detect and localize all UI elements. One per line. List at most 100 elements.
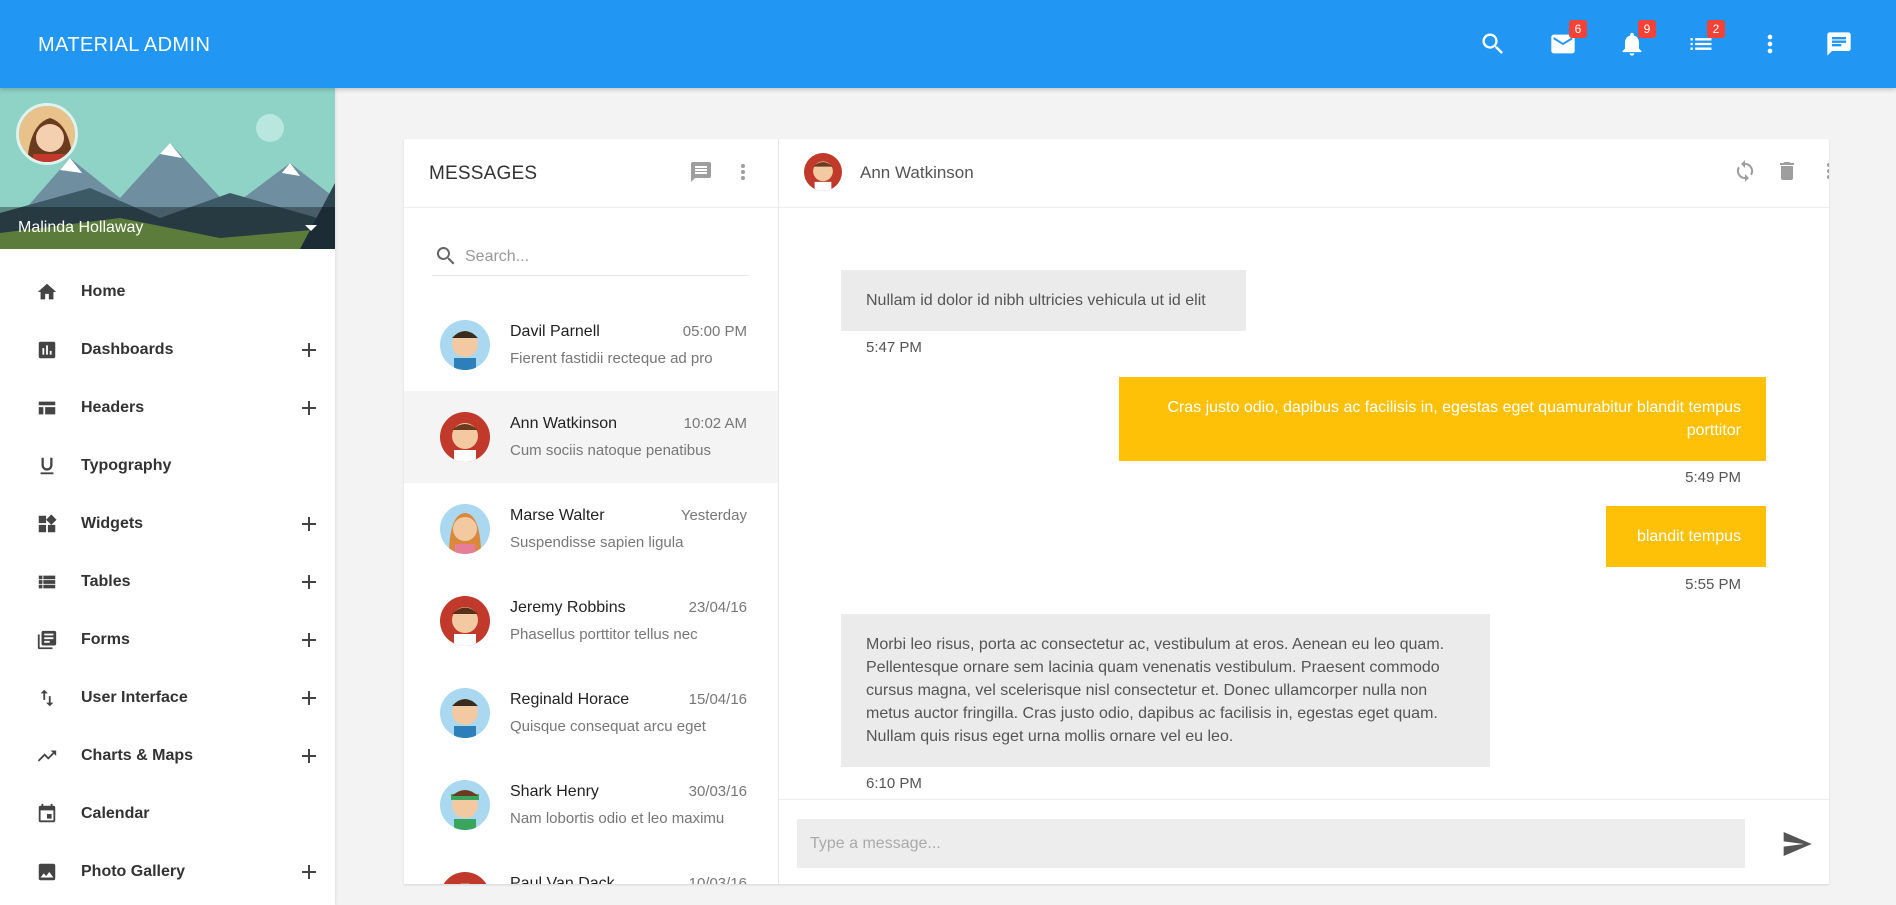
- send-icon: [1783, 832, 1812, 856]
- tasks-button[interactable]: 2: [1683, 20, 1725, 62]
- sidebar-item-label: Forms: [81, 631, 130, 648]
- sidebar-item-widgets[interactable]: Widgets: [0, 495, 335, 553]
- notifications-button[interactable]: 9: [1614, 20, 1656, 62]
- table-list-icon: [38, 575, 56, 589]
- sidebar-item-tables[interactable]: Tables: [0, 553, 335, 611]
- sidebar-item-forms[interactable]: Forms: [0, 611, 335, 669]
- avatar: [440, 412, 490, 462]
- user-avatar[interactable]: [16, 103, 78, 165]
- header-layout-icon: [38, 401, 56, 415]
- conversation-name: Paul Van Dack: [510, 875, 615, 884]
- mail-count-badge: 6: [1569, 20, 1587, 38]
- sidebar-item-dashboards[interactable]: Dashboards: [0, 321, 335, 379]
- tasks-count-badge: 2: [1707, 20, 1725, 38]
- conversation-time: Yesterday: [680, 507, 747, 524]
- refresh-button[interactable]: [1731, 157, 1759, 185]
- expand-plus-icon[interactable]: [299, 514, 319, 534]
- conversation-name: Shark Henry: [510, 783, 599, 800]
- avatar-illustration: [440, 412, 490, 462]
- conversation-item[interactable]: Ann Watkinson 10:02 AM Cum sociis natoqu…: [404, 391, 778, 483]
- sidebar-item-charts-maps[interactable]: Charts & Maps: [0, 727, 335, 785]
- chat-button[interactable]: [1821, 26, 1857, 62]
- avatar[interactable]: [804, 153, 842, 191]
- messages-card: MESSAGES Davil Parnell 05:00 PM Fierent …: [404, 139, 1829, 884]
- conversation-item[interactable]: Marse Walter Yesterday Suspendisse sapie…: [404, 483, 778, 575]
- expand-plus-icon[interactable]: [299, 398, 319, 418]
- conversation-item[interactable]: Jeremy Robbins 23/04/16 Phasellus portti…: [404, 575, 778, 667]
- avatar-illustration: [440, 780, 490, 830]
- search-input[interactable]: [465, 242, 745, 272]
- library-books-icon: [37, 630, 57, 650]
- sidebar-item-label: User Interface: [81, 689, 188, 706]
- conversation-preview: Suspendisse sapien ligula: [510, 534, 684, 551]
- sync-icon: [1736, 160, 1754, 182]
- mail-button[interactable]: 6: [1545, 20, 1587, 62]
- conversation-preview: Fierent fastidii recteque ad pro: [510, 350, 713, 367]
- send-button[interactable]: [1781, 828, 1813, 860]
- expand-plus-icon[interactable]: [299, 630, 319, 650]
- sidebar-item-typography[interactable]: Typography: [0, 437, 335, 495]
- message-bubble-outgoing: Cras justo odio, dapibus ac facilisis in…: [1119, 377, 1766, 461]
- chat-contact-name[interactable]: Ann Watkinson: [860, 163, 974, 183]
- conversation-time: 30/03/16: [688, 783, 747, 800]
- message-time: 5:55 PM: [1685, 576, 1741, 593]
- chat-icon: [1827, 32, 1851, 56]
- brand-title[interactable]: MATERIAL ADMIN: [38, 34, 210, 57]
- conversation-name: Ann Watkinson: [510, 415, 618, 432]
- conversation-preview: Nam lobortis odio et leo maximu: [510, 810, 725, 827]
- messages-more-button[interactable]: [729, 158, 757, 186]
- notifications-count-badge: 9: [1638, 20, 1656, 38]
- avatar: [440, 780, 490, 830]
- conversation-item[interactable]: Davil Parnell 05:00 PM Fierent fastidii …: [404, 299, 778, 391]
- conversation-preview: Quisque consequat arcu eget: [510, 718, 706, 735]
- trending-up-icon: [37, 750, 57, 762]
- search-button[interactable]: [1475, 26, 1511, 62]
- avatar-illustration: [440, 320, 490, 370]
- conversation-preview: Cum sociis natoque penatibus: [510, 442, 711, 459]
- messages-header: MESSAGES: [404, 139, 778, 208]
- sidebar-item-headers[interactable]: Headers: [0, 379, 335, 437]
- caret-down-icon[interactable]: [305, 225, 317, 231]
- conversation-name: Davil Parnell: [510, 323, 600, 340]
- expand-plus-icon[interactable]: [299, 572, 319, 592]
- conversation-item[interactable]: Shark Henry 30/03/16 Nam lobortis odio e…: [404, 759, 778, 851]
- chat-more-button[interactable]: [1815, 157, 1829, 185]
- message-input[interactable]: [797, 819, 1745, 868]
- delete-button[interactable]: [1773, 157, 1801, 185]
- avatar-illustration: [440, 596, 490, 646]
- message-bubble-incoming: Morbi leo risus, porta ac consectetur ac…: [841, 614, 1490, 767]
- messages-title: MESSAGES: [429, 163, 538, 184]
- sidebar-item-user-interface[interactable]: User Interface: [0, 669, 335, 727]
- expand-plus-icon[interactable]: [299, 862, 319, 882]
- expand-plus-icon[interactable]: [299, 340, 319, 360]
- sidebar-item-label: Typography: [81, 457, 172, 474]
- sidebar: Malinda Hollaway Home Dashboards Headers…: [0, 88, 335, 905]
- sidebar-item-label: Calendar: [81, 805, 150, 822]
- expand-plus-icon[interactable]: [299, 746, 319, 766]
- profile-name: Malinda Hollaway: [18, 219, 144, 236]
- chat-header: Ann Watkinson: [779, 139, 1829, 208]
- conversation-name: Jeremy Robbins: [510, 599, 626, 616]
- profile-header: Malinda Hollaway: [0, 88, 335, 249]
- more-options-button[interactable]: [1752, 26, 1788, 62]
- message-bubble-incoming: Nullam id dolor id nibh ultricies vehicu…: [841, 270, 1246, 331]
- avatar: [440, 320, 490, 370]
- sidebar-item-label: Headers: [81, 399, 145, 416]
- conversation-time: 15/04/16: [688, 691, 747, 708]
- sidebar-item-label: Dashboards: [81, 341, 174, 358]
- message-composer: [779, 799, 1829, 884]
- conversation-time: 23/04/16: [688, 599, 747, 616]
- sidebar-item-photo-gallery[interactable]: Photo Gallery: [0, 843, 335, 901]
- sidebar-item-calendar[interactable]: Calendar: [0, 785, 335, 843]
- conversation-name: Marse Walter: [510, 507, 605, 524]
- conversation-item[interactable]: Paul Van Dack 10/03/16: [404, 851, 778, 884]
- conversation-preview: Phasellus porttitor tellus nec: [510, 626, 698, 643]
- message-time: 5:47 PM: [866, 339, 922, 356]
- profile-name-bar[interactable]: Malinda Hollaway: [0, 207, 335, 249]
- sidebar-item-home[interactable]: Home: [0, 263, 335, 321]
- expand-plus-icon[interactable]: [299, 688, 319, 708]
- avatar-illustration: [440, 688, 490, 738]
- message-icon: [691, 162, 711, 182]
- conversation-item[interactable]: Reginald Horace 15/04/16 Quisque consequ…: [404, 667, 778, 759]
- new-message-button[interactable]: [687, 158, 715, 186]
